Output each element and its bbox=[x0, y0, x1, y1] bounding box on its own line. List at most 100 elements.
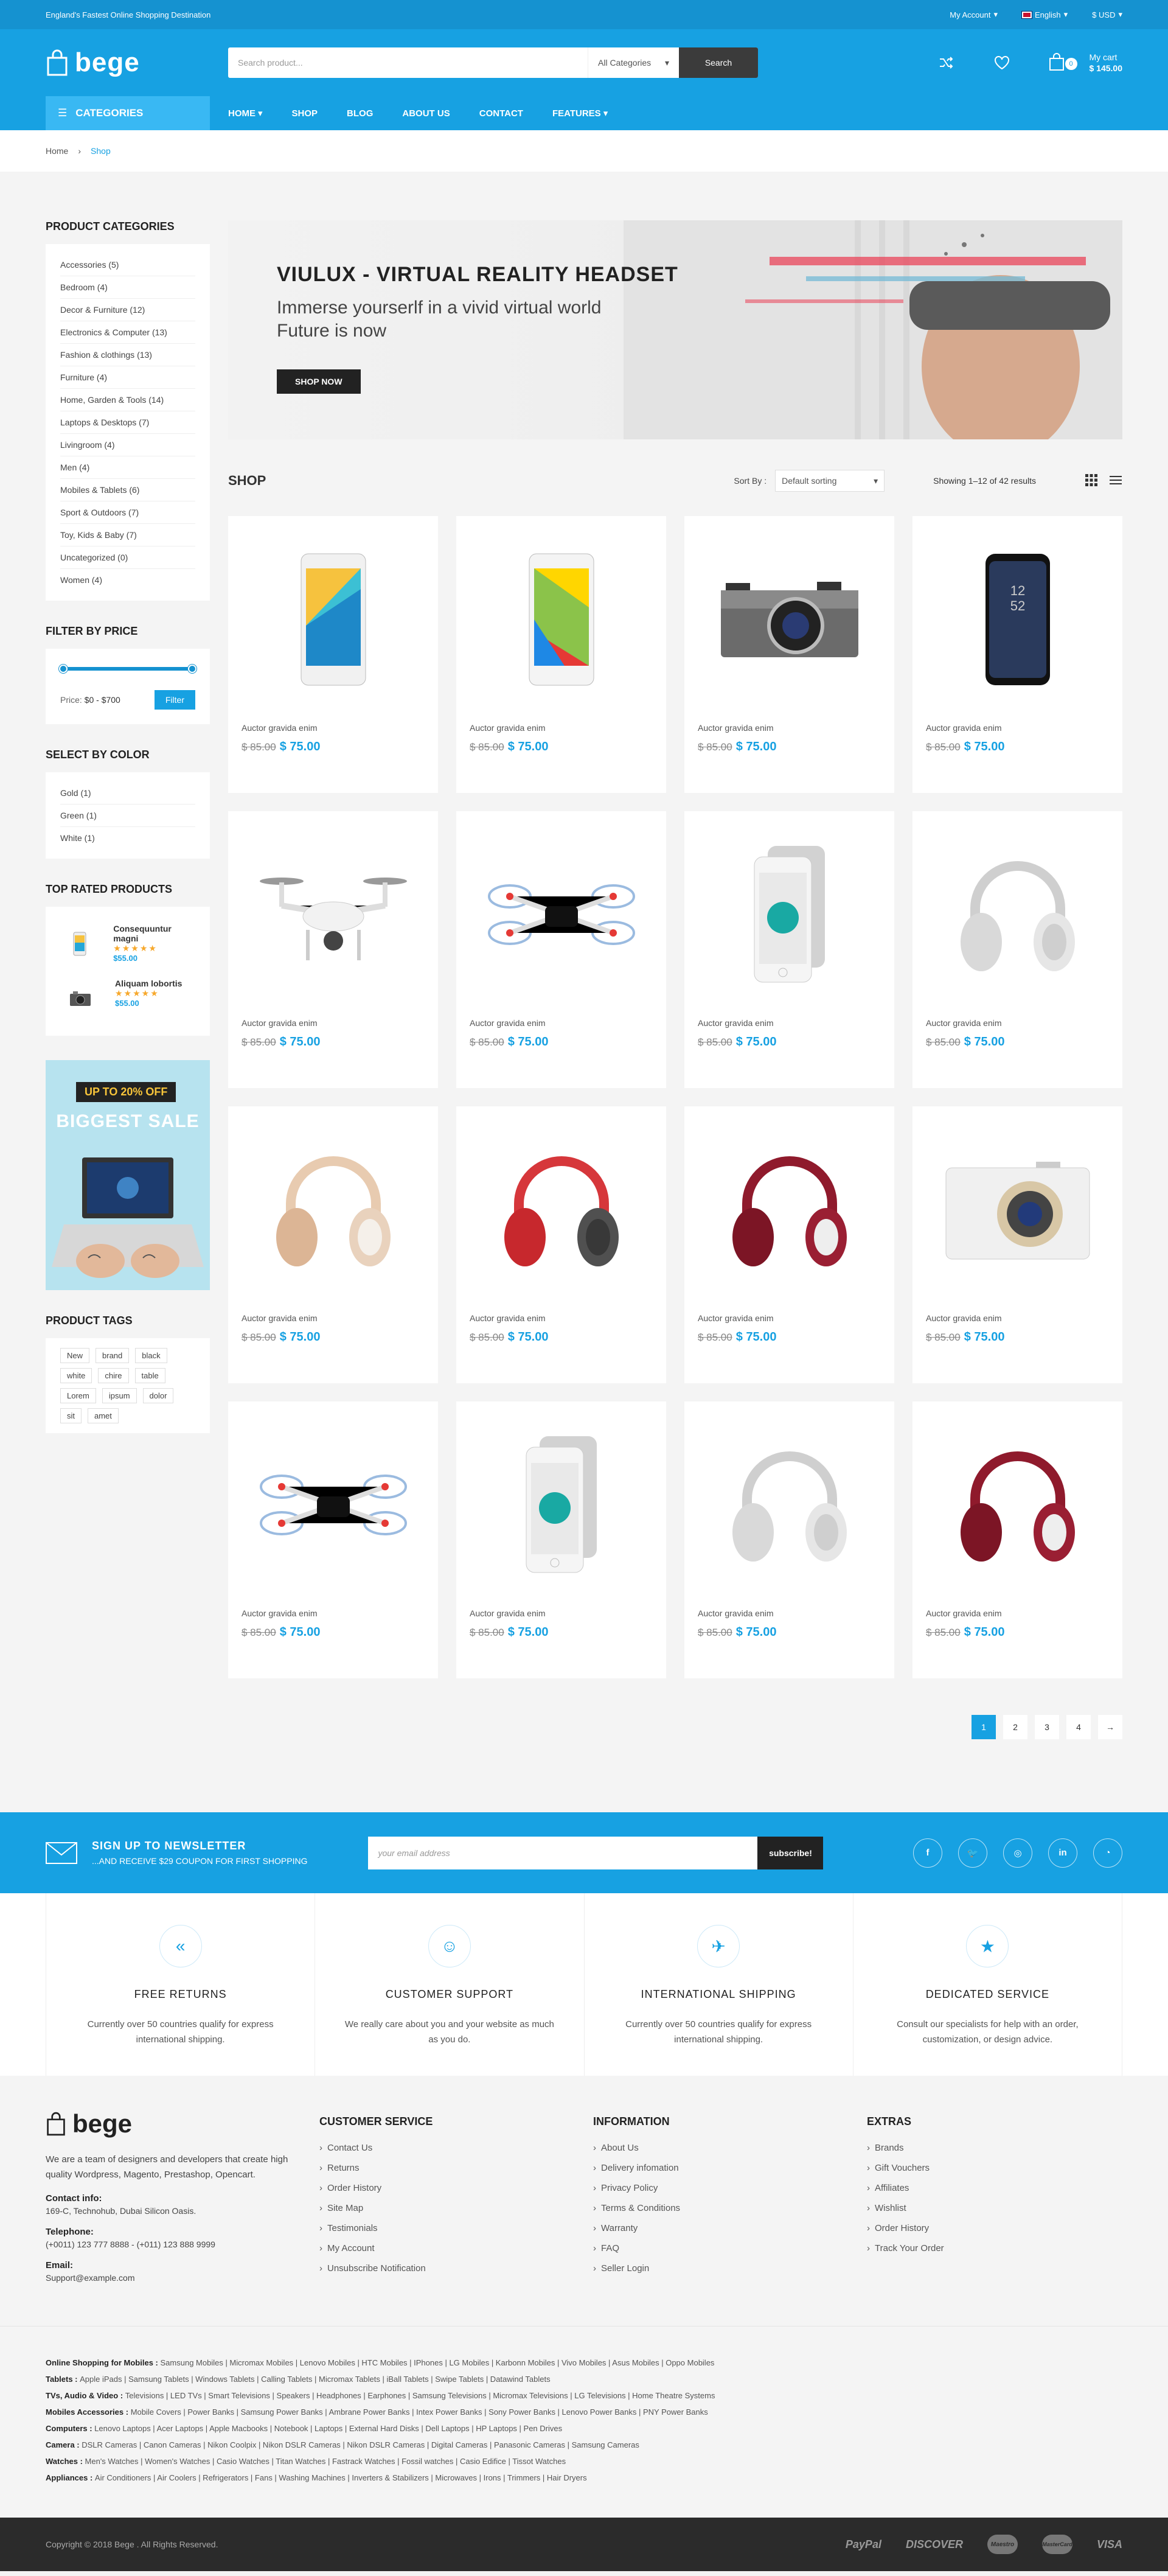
phone-black-icon[interactable]: 12 52 bbox=[926, 516, 1109, 723]
price-slider-max-handle[interactable] bbox=[188, 665, 196, 673]
product-card[interactable]: Auctor gravida enim $ 85.00 $ 75.00 bbox=[228, 811, 438, 1088]
site-logo[interactable]: bege bbox=[46, 47, 228, 78]
footer-link[interactable]: Seller Login bbox=[593, 2263, 867, 2274]
phone-white-icon[interactable] bbox=[242, 516, 425, 723]
footer-link[interactable]: My Account bbox=[319, 2243, 593, 2253]
headphones-darkred-icon[interactable] bbox=[926, 1401, 1109, 1608]
page-button[interactable]: 1 bbox=[972, 1715, 996, 1739]
keyword-links-list[interactable]: Apple iPads | Samsung Tablets | Windows … bbox=[80, 2375, 550, 2384]
tag-link[interactable]: table bbox=[134, 1368, 165, 1383]
keyword-links-list[interactable]: Air Conditioners | Air Coolers | Refrige… bbox=[95, 2473, 587, 2482]
subscribe-button[interactable]: subscribe! bbox=[757, 1836, 824, 1869]
nav-blog[interactable]: BLOG bbox=[347, 108, 373, 119]
facebook-icon[interactable]: f bbox=[913, 1838, 942, 1868]
product-name[interactable]: Auctor gravida enim bbox=[470, 1313, 653, 1323]
price-slider[interactable] bbox=[59, 665, 196, 673]
tag-link[interactable]: dolor bbox=[142, 1388, 174, 1403]
product-name[interactable]: Auctor gravida enim bbox=[926, 723, 1109, 733]
product-card[interactable]: Auctor gravida enim $ 85.00 $ 75.00 bbox=[912, 811, 1122, 1088]
category-link[interactable]: Electronics & Computer (13) bbox=[60, 321, 195, 344]
product-name[interactable]: Auctor gravida enim bbox=[698, 1018, 881, 1028]
category-link[interactable]: Accessories (5) bbox=[60, 254, 195, 276]
shop-now-button[interactable]: SHOP NOW bbox=[277, 369, 361, 394]
keyword-links-list[interactable]: Men's Watches | Women's Watches | Casio … bbox=[85, 2457, 566, 2466]
nav-contact[interactable]: CONTACT bbox=[479, 108, 523, 119]
footer-link[interactable]: Warranty bbox=[593, 2223, 867, 2233]
search-input[interactable]: Search product... bbox=[228, 47, 588, 78]
my-account-dropdown[interactable]: My Account ▾ bbox=[950, 10, 998, 19]
next-page-button[interactable]: → bbox=[1098, 1715, 1122, 1739]
page-button[interactable]: 4 bbox=[1066, 1715, 1091, 1739]
mini-cart[interactable]: 0 My cart $ 145.00 bbox=[1048, 52, 1122, 74]
top-rated-item[interactable]: Aliquam lobortis ★★★★★ $55.00 bbox=[60, 971, 195, 1026]
headphones-darkred-icon[interactable] bbox=[698, 1106, 881, 1313]
page-button[interactable]: 2 bbox=[1003, 1715, 1027, 1739]
product-name[interactable]: Auctor gravida enim bbox=[470, 723, 653, 733]
category-link[interactable]: Laptops & Desktops (7) bbox=[60, 411, 195, 434]
category-link[interactable]: Bedroom (4) bbox=[60, 276, 195, 299]
category-link[interactable]: Home, Garden & Tools (14) bbox=[60, 389, 195, 411]
product-card[interactable]: Auctor gravida enim $ 85.00 $ 75.00 bbox=[684, 811, 894, 1088]
sale-banner[interactable]: UP TO 20% OFF BIGGEST SALE bbox=[46, 1060, 210, 1290]
footer-logo[interactable]: bege bbox=[46, 2109, 319, 2138]
category-link[interactable]: Decor & Furniture (12) bbox=[60, 299, 195, 321]
iphone-icon[interactable] bbox=[470, 1401, 653, 1608]
footer-link[interactable]: Testimonials bbox=[319, 2223, 593, 2233]
product-name[interactable]: Auctor gravida enim bbox=[242, 723, 425, 733]
currency-dropdown[interactable]: $ USD ▾ bbox=[1092, 10, 1122, 19]
nav-about-us[interactable]: ABOUT US bbox=[402, 108, 450, 119]
tag-link[interactable]: brand bbox=[96, 1348, 130, 1363]
footer-link[interactable]: Site Map bbox=[319, 2203, 593, 2213]
footer-link[interactable]: Gift Vouchers bbox=[867, 2163, 1122, 2173]
price-slider-min-handle[interactable] bbox=[59, 665, 68, 673]
footer-link[interactable]: FAQ bbox=[593, 2243, 867, 2253]
rss-icon[interactable]: ◔ bbox=[1093, 1838, 1122, 1868]
headphones-gold-icon[interactable] bbox=[242, 1106, 425, 1313]
category-link[interactable]: Uncategorized (0) bbox=[60, 546, 195, 569]
tag-link[interactable]: chire bbox=[98, 1368, 129, 1383]
phone-green-icon[interactable] bbox=[470, 516, 653, 723]
product-name[interactable]: Auctor gravida enim bbox=[926, 1608, 1109, 1618]
footer-link[interactable]: Brands bbox=[867, 2143, 1122, 2153]
footer-link[interactable]: Wishlist bbox=[867, 2203, 1122, 2213]
compact-camera-icon[interactable] bbox=[926, 1106, 1109, 1313]
footer-link[interactable]: Returns bbox=[319, 2163, 593, 2173]
quadcopter-icon[interactable] bbox=[470, 811, 653, 1018]
product-name[interactable]: Auctor gravida enim bbox=[926, 1018, 1109, 1028]
tag-link[interactable]: white bbox=[60, 1368, 92, 1383]
product-card[interactable]: Auctor gravida enim $ 85.00 $ 75.00 bbox=[684, 1106, 894, 1383]
breadcrumb-home[interactable]: Home bbox=[46, 146, 68, 156]
headphones-white-icon[interactable] bbox=[926, 811, 1109, 1018]
product-name[interactable]: Auctor gravida enim bbox=[242, 1608, 425, 1618]
keyword-links-list[interactable]: Mobile Covers | Power Banks | Samsung Po… bbox=[131, 2407, 708, 2417]
product-card[interactable]: Auctor gravida enim $ 85.00 $ 75.00 bbox=[912, 1106, 1122, 1383]
search-button[interactable]: Search bbox=[679, 47, 758, 78]
footer-link[interactable]: Unsubscribe Notification bbox=[319, 2263, 593, 2274]
tag-link[interactable]: ipsum bbox=[102, 1388, 137, 1403]
tag-link[interactable]: black bbox=[135, 1348, 167, 1363]
nav-features[interactable]: FEATURES ▾ bbox=[552, 108, 608, 119]
product-name[interactable]: Auctor gravida enim bbox=[242, 1313, 425, 1323]
footer-link[interactable]: Delivery infomation bbox=[593, 2163, 867, 2173]
product-name[interactable]: Auctor gravida enim bbox=[698, 1608, 881, 1618]
language-dropdown[interactable]: English ▾ bbox=[1021, 10, 1068, 19]
product-card[interactable]: Auctor gravida enim $ 85.00 $ 75.00 bbox=[456, 516, 666, 793]
footer-link[interactable]: About Us bbox=[593, 2143, 867, 2153]
tag-link[interactable]: New bbox=[60, 1348, 90, 1363]
email-value[interactable]: Support@example.com bbox=[46, 2273, 319, 2283]
product-name[interactable]: Auctor gravida enim bbox=[926, 1313, 1109, 1323]
color-filter-link[interactable]: Gold (1) bbox=[60, 782, 195, 805]
product-name[interactable]: Auctor gravida enim bbox=[470, 1608, 653, 1618]
product-card[interactable]: Auctor gravida enim $ 85.00 $ 75.00 bbox=[456, 1106, 666, 1383]
category-link[interactable]: Furniture (4) bbox=[60, 366, 195, 389]
headphones-red-icon[interactable] bbox=[470, 1106, 653, 1313]
drone-icon[interactable] bbox=[242, 811, 425, 1018]
category-link[interactable]: Fashion & clothings (13) bbox=[60, 344, 195, 366]
category-link[interactable]: Toy, Kids & Baby (7) bbox=[60, 524, 195, 546]
linkedin-icon[interactable]: in bbox=[1048, 1838, 1077, 1868]
product-card[interactable]: Auctor gravida enim $ 85.00 $ 75.00 bbox=[228, 1401, 438, 1678]
product-card[interactable]: Auctor gravida enim $ 85.00 $ 75.00 bbox=[228, 516, 438, 793]
product-name[interactable]: Auctor gravida enim bbox=[698, 723, 881, 733]
footer-link[interactable]: Terms & Conditions bbox=[593, 2203, 867, 2213]
page-button[interactable]: 3 bbox=[1035, 1715, 1059, 1739]
